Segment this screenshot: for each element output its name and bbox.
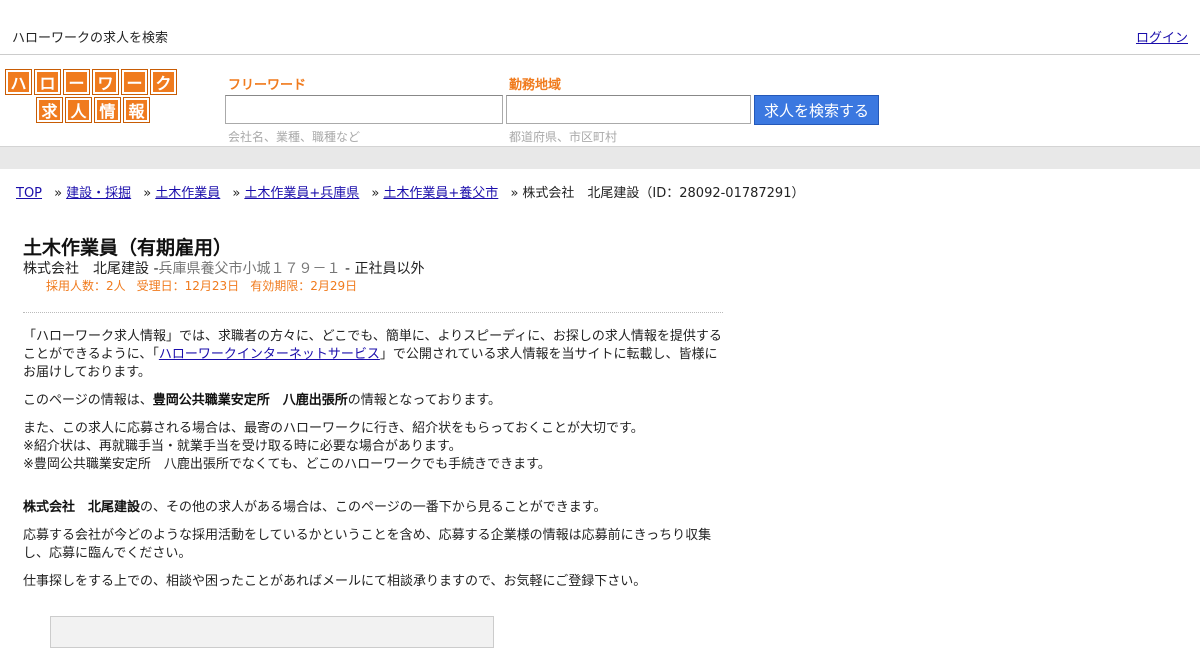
intro-paragraph: 「ハローワーク求人情報」では、求職者の方々に、どこでも、簡単に、よりスピーディに…: [23, 328, 723, 382]
breadcrumb: TOP » 建設・採掘 » 土木作業員 » 土木作業員+兵庫県 » 土木作業員+養父市 …: [16, 182, 804, 201]
search-button[interactable]: 求人を検索する: [754, 95, 879, 125]
login-link[interactable]: ログイン: [1136, 27, 1188, 46]
breadcrumb-current: 株式会社 北尾建設（ID：28092-01787291）: [522, 186, 805, 201]
logo-tile: ロ: [34, 69, 61, 95]
breadcrumb-separator: »: [143, 186, 152, 201]
breadcrumb-link-category[interactable]: 建設・採掘: [66, 186, 131, 201]
company-name: 株式会社 北尾建設: [23, 261, 149, 277]
logo-tile: 報: [123, 97, 150, 123]
logo-tile: 求: [36, 97, 63, 123]
employment-type: 正社員以外: [354, 261, 425, 277]
logo-tile: ワ: [92, 69, 119, 95]
hires-count: 採用人数：2人: [46, 279, 126, 293]
freeword-hint: 会社名、業種、職種など: [228, 130, 361, 144]
registration-box: [50, 616, 494, 648]
site-tagline: ハローワークの求人を検索: [12, 31, 169, 46]
source-text-end: の情報となっております。: [347, 393, 502, 408]
notice-line: ※紹介状は、再就職手当・就業手当を受け取る時に必要な場合があります。: [23, 439, 462, 454]
other-jobs-paragraph: 株式会社 北尾建設の、その他の求人がある場合は、このページの一番下から見ることが…: [23, 499, 723, 517]
notice-line: また、この求人に応募される場合は、最寄のハローワークに行き、紹介状をもらっておく…: [23, 421, 644, 436]
job-meta: 採用人数：2人 受理日：12月23日 有効期限：2月29日: [46, 277, 368, 294]
logo-tile: ハ: [5, 69, 32, 95]
section-divider: [23, 312, 723, 313]
area-input[interactable]: [506, 95, 751, 124]
breadcrumb-separator: »: [232, 186, 241, 201]
area-hint: 都道府県、市区町村: [509, 130, 618, 144]
job-title: 土木作業員（有期雇用）: [23, 237, 233, 259]
header-divider-band: [0, 146, 1200, 169]
received-date: 受理日：12月23日: [136, 279, 240, 293]
breadcrumb-separator: »: [54, 186, 63, 201]
logo-tile: 情: [94, 97, 121, 123]
logo-tile: 人: [65, 97, 92, 123]
breadcrumb-separator: »: [371, 186, 380, 201]
other-jobs-text: の、その他の求人がある場合は、このページの一番下から見ることができます。: [140, 500, 607, 515]
breadcrumb-link-top[interactable]: TOP: [16, 186, 42, 201]
breadcrumb-link-prefecture[interactable]: 土木作業員+兵庫県: [244, 186, 359, 201]
hellowork-internet-service-link[interactable]: ハローワークインターネットサービス: [159, 347, 380, 362]
area-label: 勤務地域: [509, 78, 562, 93]
source-paragraph: このページの情報は、豊岡公共職業安定所 八鹿出張所の情報となっております。: [23, 392, 723, 410]
breadcrumb-link-city[interactable]: 土木作業員+養父市: [383, 186, 498, 201]
source-office: 豊岡公共職業安定所 八鹿出張所: [152, 393, 348, 408]
site-logo[interactable]: ハ ロ ー ワ ー ク 求 人 情 報: [5, 69, 177, 125]
contact-paragraph: 仕事探しをする上での、相談や困ったことがあればメールにて相談承りますので、お気軽…: [23, 574, 647, 589]
freeword-input[interactable]: [225, 95, 503, 124]
research-paragraph: 応募する会社が今どのような採用活動をしているかということを含め、応募する企業様の…: [23, 528, 712, 561]
logo-row-bottom: 求 人 情 報: [36, 97, 177, 123]
other-company-name: 株式会社 北尾建設: [23, 500, 141, 515]
source-text: このページの情報は、: [23, 393, 153, 408]
freeword-label: フリーワード: [228, 78, 307, 93]
top-bar: ハローワークの求人を検索 ログイン: [0, 0, 1200, 55]
logo-row-top: ハ ロ ー ワ ー ク: [5, 69, 177, 95]
breadcrumb-separator: »: [510, 186, 519, 201]
logo-tile: ー: [121, 69, 148, 95]
logo-tile: ク: [150, 69, 177, 95]
notice-paragraph: また、この求人に応募される場合は、最寄のハローワークに行き、紹介状をもらっておく…: [23, 420, 723, 474]
notice-line: ※豊岡公共職業安定所 八鹿出張所でなくても、どこのハローワークでも手続きできます…: [23, 457, 551, 472]
breadcrumb-link-occupation[interactable]: 土木作業員: [155, 186, 220, 201]
company-line: 株式会社 北尾建設 -兵庫県養父市小城１７９－１ - 正社員以外: [23, 261, 425, 277]
logo-tile: ー: [63, 69, 90, 95]
company-address: 兵庫県養父市小城１７９－１: [158, 261, 341, 277]
expiry-date: 有効期限：2月29日: [250, 279, 358, 293]
